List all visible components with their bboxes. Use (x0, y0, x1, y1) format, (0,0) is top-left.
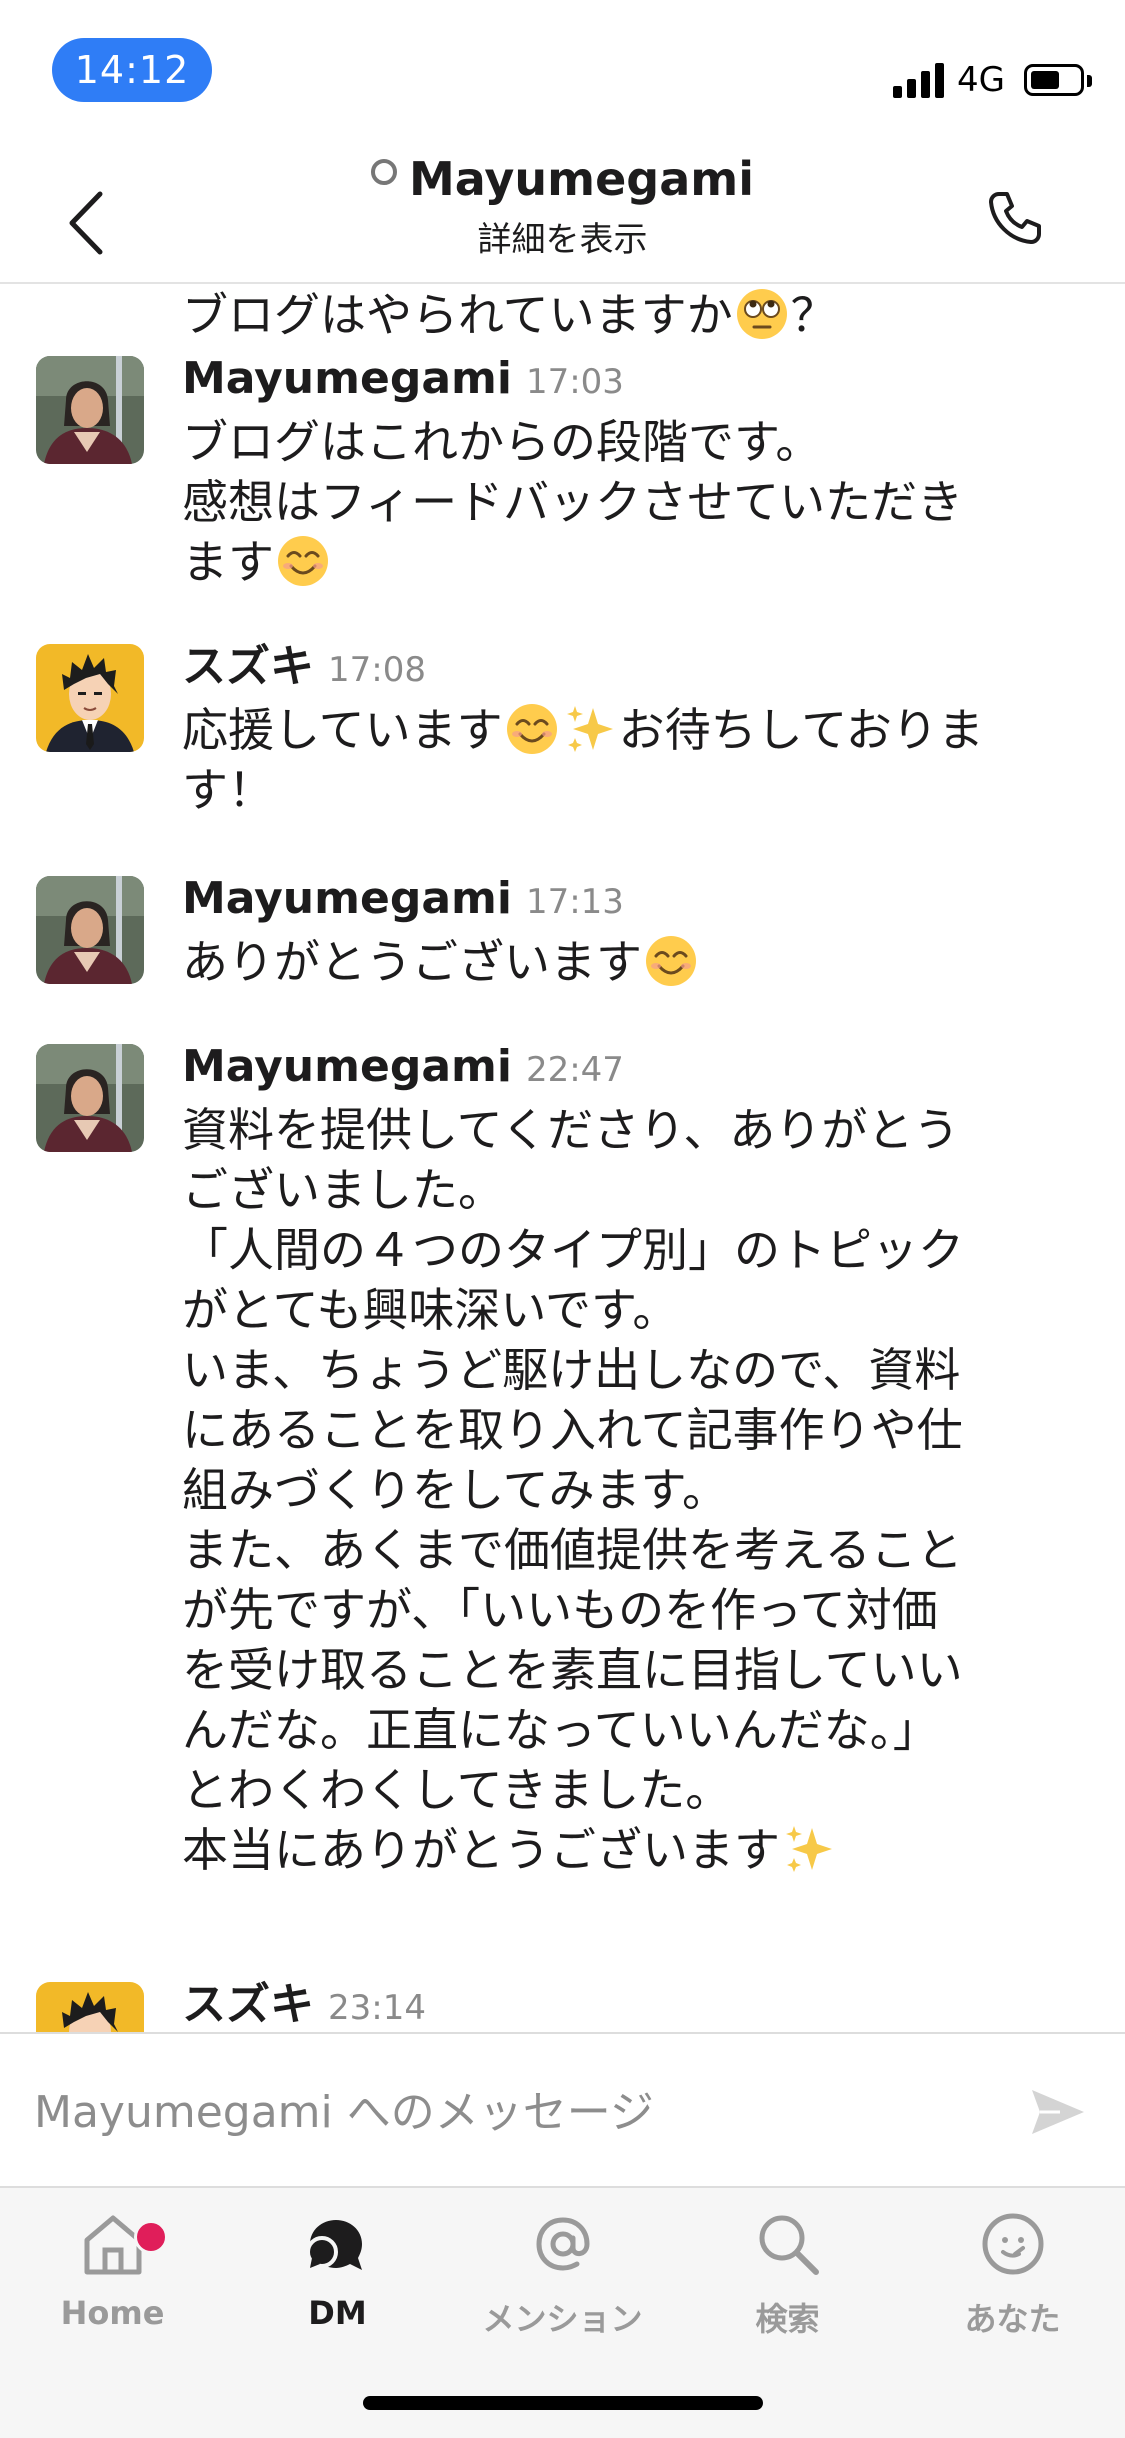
dm-icon (305, 2220, 362, 2270)
sender-name[interactable]: スズキ (182, 1979, 314, 2030)
tab-label: あなた (964, 2300, 1061, 2338)
message-line: 感想はフィードバックさせていただき (182, 475, 964, 529)
tab-label: 検索 (755, 2300, 820, 2338)
tab-home[interactable]: Home (0, 2208, 225, 2378)
message-line: お待ちしておりま (618, 703, 984, 757)
sparkles-emoji (566, 706, 613, 752)
message-body: ブログはこれからの段階です。 感想はフィードバックさせていただき ます (182, 412, 1082, 592)
contact-name: Mayumegami (409, 152, 754, 206)
message-line: ます (182, 535, 274, 589)
message-line: んだな。正直になっていいんだな。」 (182, 1703, 939, 1757)
send-icon[interactable] (1030, 2086, 1086, 2138)
show-details-link[interactable]: 詳細を表示 (0, 212, 1125, 261)
profile-icon (982, 2213, 1043, 2275)
tab-search[interactable]: 検索 (675, 2208, 900, 2378)
message-line: が先ですが、「いいものを作って対価 (182, 1583, 938, 1637)
at-icon (535, 2217, 590, 2271)
home-indicator (363, 2396, 763, 2410)
smile-emoji (646, 936, 696, 986)
message-meta: スズキ 17:08 (182, 636, 426, 698)
message-line: 応援しています (182, 703, 503, 757)
message-line: す！ (182, 763, 274, 817)
smile-emoji (506, 704, 557, 754)
message-composer (0, 2032, 1125, 2190)
avatar-suzuki[interactable] (36, 644, 144, 752)
message-time: 22:47 (525, 1050, 624, 1090)
signal-strength-icon (893, 62, 945, 98)
sender-name[interactable]: Mayumegami (182, 353, 512, 404)
message-meta: Mayumegami 22:47 (182, 1036, 624, 1098)
avatar-suzuki[interactable] (36, 1982, 144, 2032)
conversation-header: Mayumegami 詳細を表示 (0, 140, 1125, 284)
message-time: 17:08 (328, 650, 426, 690)
message-line: いま、ちょうど駆け出しなので、資料 (182, 1343, 961, 1397)
phone-icon[interactable] (985, 188, 1045, 248)
network-type: 4G (957, 60, 1005, 100)
sender-name[interactable]: スズキ (182, 641, 314, 692)
message-time: 23:14 (328, 1988, 426, 2028)
search-icon (759, 2215, 819, 2275)
message-input[interactable] (34, 2072, 994, 2152)
tab-label: メンション (482, 2300, 643, 2338)
tab-label: DM (308, 2294, 367, 2332)
message-line: ブログはこれからの段階です。 (182, 415, 822, 469)
avatar-mayumegami[interactable] (36, 356, 144, 464)
message-line: ございました。 (182, 1163, 504, 1217)
battery-icon (1024, 64, 1092, 96)
tab-you[interactable]: あなた (900, 2208, 1125, 2378)
message-line: 組みづくりをしてみます。 (182, 1463, 729, 1517)
message-time: 17:03 (525, 362, 624, 402)
message-time: 17:13 (525, 882, 624, 922)
message-line: 資料を提供してくださり、ありがとう (182, 1103, 960, 1157)
message-text-suffix: ？ (790, 288, 837, 342)
status-time: 14:12 (52, 38, 212, 102)
sender-name[interactable]: Mayumegami (182, 1041, 512, 1092)
tab-dm[interactable]: DM (225, 2208, 450, 2378)
message-meta: スズキ 23:14 (182, 1974, 426, 2032)
message-meta: Mayumegami 17:13 (182, 868, 624, 930)
tab-label: Home (60, 2294, 165, 2332)
message-continuation: ブログはやられていますか ？ (182, 284, 837, 346)
message-line: また、あくまで価値提供を考えること (182, 1523, 963, 1577)
header-title-row[interactable]: Mayumegami (0, 152, 1125, 206)
message-text: ブログはやられていますか (182, 288, 733, 342)
message-body: ありがとうございます (182, 932, 1082, 992)
notification-badge (134, 2220, 168, 2254)
message-line: を受け取ることを素直に目指していい (182, 1643, 963, 1697)
message-body: 資料を提供してくださり、ありがとう ございました。 「人間の４つのタイプ別」のト… (182, 1100, 1082, 1880)
message-list[interactable]: ブログはやられていますか ？ Mayumegami 17:03 ブログはこれからの… (0, 284, 1125, 2032)
message-line: にあることを取り入れて記事作りや仕 (182, 1403, 963, 1457)
message-line: とわくわくしてきました。 (182, 1763, 732, 1817)
status-bar: 14:12 4G (0, 0, 1125, 140)
message-body: 応援しています お待ちしておりま す！ (182, 700, 1082, 820)
message-line: ありがとうございます (182, 935, 642, 989)
smile-emoji (278, 536, 328, 586)
avatar-mayumegami[interactable] (36, 1044, 144, 1152)
message-line: 本当にありがとうございます (182, 1823, 780, 1877)
sender-name[interactable]: Mayumegami (182, 873, 512, 924)
avatar-mayumegami[interactable] (36, 876, 144, 984)
presence-icon (371, 159, 398, 185)
sparkles-emoji (786, 1826, 832, 1872)
message-meta: Mayumegami 17:03 (182, 348, 624, 410)
message-line: 「人間の４つのタイプ別」のトピック (182, 1223, 964, 1277)
eye-roll-emoji (736, 289, 787, 339)
tab-mentions[interactable]: メンション (450, 2208, 675, 2378)
message-line: がとても興味深いです。 (182, 1283, 679, 1337)
